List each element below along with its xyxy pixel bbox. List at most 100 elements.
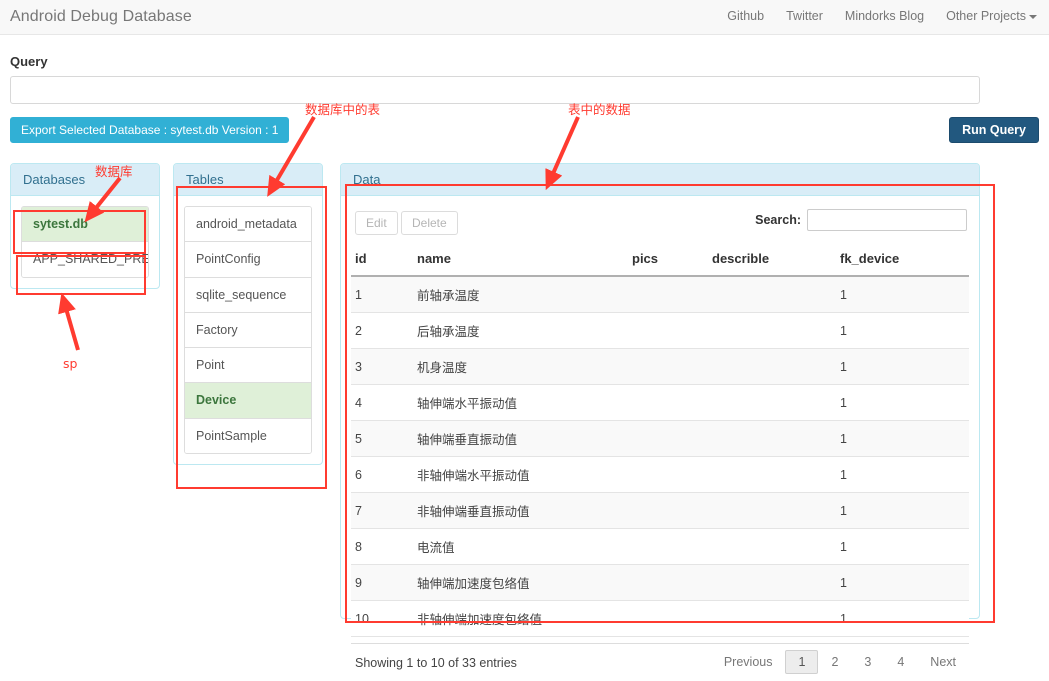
tables-list: android_metadata PointConfig sqlite_sequ… bbox=[184, 206, 312, 454]
navbar-links: Github Twitter Mindorks Blog Other Proje… bbox=[727, 9, 1037, 23]
databases-panel-title: Databases bbox=[11, 164, 159, 196]
cell-id: 7 bbox=[351, 492, 413, 529]
run-query-button[interactable]: Run Query bbox=[949, 117, 1039, 143]
cell-name: 后轴承温度 bbox=[413, 312, 628, 349]
cell-describle bbox=[708, 384, 836, 421]
cell-name: 非轴伸端水平振动值 bbox=[413, 456, 628, 493]
cell-pics bbox=[628, 600, 708, 637]
table-item-pointconfig[interactable]: PointConfig bbox=[185, 242, 311, 278]
cell-describle bbox=[708, 528, 836, 565]
databases-panel-body: sytest.db APP_SHARED_PREFERENCES bbox=[11, 196, 159, 288]
column-header-name[interactable]: name bbox=[413, 244, 628, 277]
cell-name: 非轴伸端垂直振动值 bbox=[413, 492, 628, 529]
cell-fk-device: 1 bbox=[836, 348, 969, 385]
app-title: Android Debug Database bbox=[10, 8, 192, 25]
edit-button[interactable]: Edit bbox=[355, 211, 398, 235]
column-header-fk-device[interactable]: fk_device bbox=[836, 244, 969, 277]
data-panel: Data Edit Delete Search: id name pics de… bbox=[340, 163, 980, 674]
table-row[interactable]: 9 轴伸端加速度包络值 1 bbox=[351, 564, 969, 601]
top-navbar: Android Debug Database Github Twitter Mi… bbox=[0, 0, 1049, 35]
table-row[interactable]: 5 轴伸端垂直振动值 1 bbox=[351, 420, 969, 457]
database-item-sytest-db[interactable]: sytest.db bbox=[22, 207, 148, 243]
cell-id: 3 bbox=[351, 348, 413, 385]
annotation-label-data: 表中的数据 bbox=[568, 102, 631, 117]
annotation-label-tables: 数据库中的表 bbox=[305, 102, 381, 117]
search-container: Search: bbox=[755, 209, 967, 231]
pagination-page-2[interactable]: 2 bbox=[818, 650, 851, 674]
databases-list: sytest.db APP_SHARED_PREFERENCES bbox=[21, 206, 149, 278]
cell-pics bbox=[628, 564, 708, 601]
cell-id: 6 bbox=[351, 456, 413, 493]
databases-panel: Databases sytest.db APP_SHARED_PREFERENC… bbox=[10, 163, 160, 289]
cell-id: 4 bbox=[351, 384, 413, 421]
cell-name: 前轴承温度 bbox=[413, 276, 628, 313]
cell-name: 轴伸端水平振动值 bbox=[413, 384, 628, 421]
nav-link-mindorks-blog[interactable]: Mindorks Blog bbox=[845, 9, 924, 23]
tables-panel-body: android_metadata PointConfig sqlite_sequ… bbox=[174, 196, 322, 464]
cell-pics bbox=[628, 348, 708, 385]
database-item-app-shared-preferences[interactable]: APP_SHARED_PREFERENCES bbox=[22, 242, 148, 277]
pagination-page-3[interactable]: 3 bbox=[851, 650, 884, 674]
pagination-page-4[interactable]: 4 bbox=[884, 650, 917, 674]
table-row[interactable]: 2 后轴承温度 1 bbox=[351, 312, 969, 349]
export-database-button[interactable]: Export Selected Database : sytest.db Ver… bbox=[10, 117, 290, 143]
nav-link-other-projects[interactable]: Other Projects bbox=[946, 9, 1037, 23]
table-row[interactable]: 3 机身温度 1 bbox=[351, 348, 969, 385]
cell-name: 轴伸端垂直振动值 bbox=[413, 420, 628, 457]
table-row[interactable]: 6 非轴伸端水平振动值 1 bbox=[351, 456, 969, 493]
table-item-android-metadata[interactable]: android_metadata bbox=[185, 207, 311, 243]
cell-fk-device: 1 bbox=[836, 600, 969, 637]
column-header-describle[interactable]: describle bbox=[708, 244, 836, 277]
cell-describle bbox=[708, 456, 836, 493]
query-input[interactable] bbox=[10, 76, 980, 104]
table-row[interactable]: 1 前轴承温度 1 bbox=[351, 276, 969, 313]
column-header-id[interactable]: id bbox=[351, 244, 413, 277]
pagination-page-1[interactable]: 1 bbox=[785, 650, 819, 674]
cell-fk-device: 1 bbox=[836, 528, 969, 565]
cell-name: 电流值 bbox=[413, 528, 628, 565]
cell-name: 机身温度 bbox=[413, 348, 628, 385]
annotation-label-sp: sp bbox=[63, 356, 78, 371]
nav-link-other-projects-label: Other Projects bbox=[946, 9, 1026, 23]
cell-name: 轴伸端加速度包络值 bbox=[413, 564, 628, 601]
annotation-label-databases: 数据库 bbox=[95, 164, 133, 179]
table-row[interactable]: 7 非轴伸端垂直振动值 1 bbox=[351, 492, 969, 529]
chevron-down-icon bbox=[1029, 14, 1037, 19]
table-row[interactable]: 4 轴伸端水平振动值 1 bbox=[351, 384, 969, 421]
table-item-sqlite-sequence[interactable]: sqlite_sequence bbox=[185, 277, 311, 313]
pagination-next[interactable]: Next bbox=[917, 650, 969, 674]
cell-id: 5 bbox=[351, 420, 413, 457]
tables-panel: Tables android_metadata PointConfig sqli… bbox=[173, 163, 323, 465]
cell-pics bbox=[628, 384, 708, 421]
data-panel-title: Data bbox=[341, 164, 979, 196]
cell-describle bbox=[708, 564, 836, 601]
cell-id: 2 bbox=[351, 312, 413, 349]
table-footer: Showing 1 to 10 of 33 entries Previous 1… bbox=[351, 643, 969, 674]
cell-fk-device: 1 bbox=[836, 312, 969, 349]
table-item-pointsample[interactable]: PointSample bbox=[185, 418, 311, 453]
cell-fk-device: 1 bbox=[836, 456, 969, 493]
arrow-sp bbox=[58, 292, 80, 351]
cell-pics bbox=[628, 312, 708, 349]
cell-describle bbox=[708, 348, 836, 385]
table-item-device[interactable]: Device bbox=[185, 383, 311, 419]
pagination-previous[interactable]: Previous bbox=[711, 650, 786, 674]
table-row[interactable]: 10 非轴伸端加速度包络值 1 bbox=[351, 600, 969, 637]
cell-describle bbox=[708, 492, 836, 529]
delete-button[interactable]: Delete bbox=[401, 211, 458, 235]
cell-describle bbox=[708, 312, 836, 349]
table-row[interactable]: 8 电流值 1 bbox=[351, 528, 969, 565]
table-header-row: id name pics describle fk_device bbox=[351, 244, 969, 277]
table-item-factory[interactable]: Factory bbox=[185, 312, 311, 348]
cell-describle bbox=[708, 600, 836, 637]
cell-id: 10 bbox=[351, 600, 413, 637]
search-input[interactable] bbox=[807, 209, 967, 231]
nav-link-twitter[interactable]: Twitter bbox=[786, 9, 823, 23]
column-header-pics[interactable]: pics bbox=[628, 244, 708, 277]
nav-link-github[interactable]: Github bbox=[727, 9, 764, 23]
cell-pics bbox=[628, 276, 708, 313]
cell-describle bbox=[708, 420, 836, 457]
data-toolbar: Edit Delete Search: bbox=[351, 206, 969, 240]
table-item-point[interactable]: Point bbox=[185, 348, 311, 384]
search-label: Search: bbox=[755, 213, 801, 227]
